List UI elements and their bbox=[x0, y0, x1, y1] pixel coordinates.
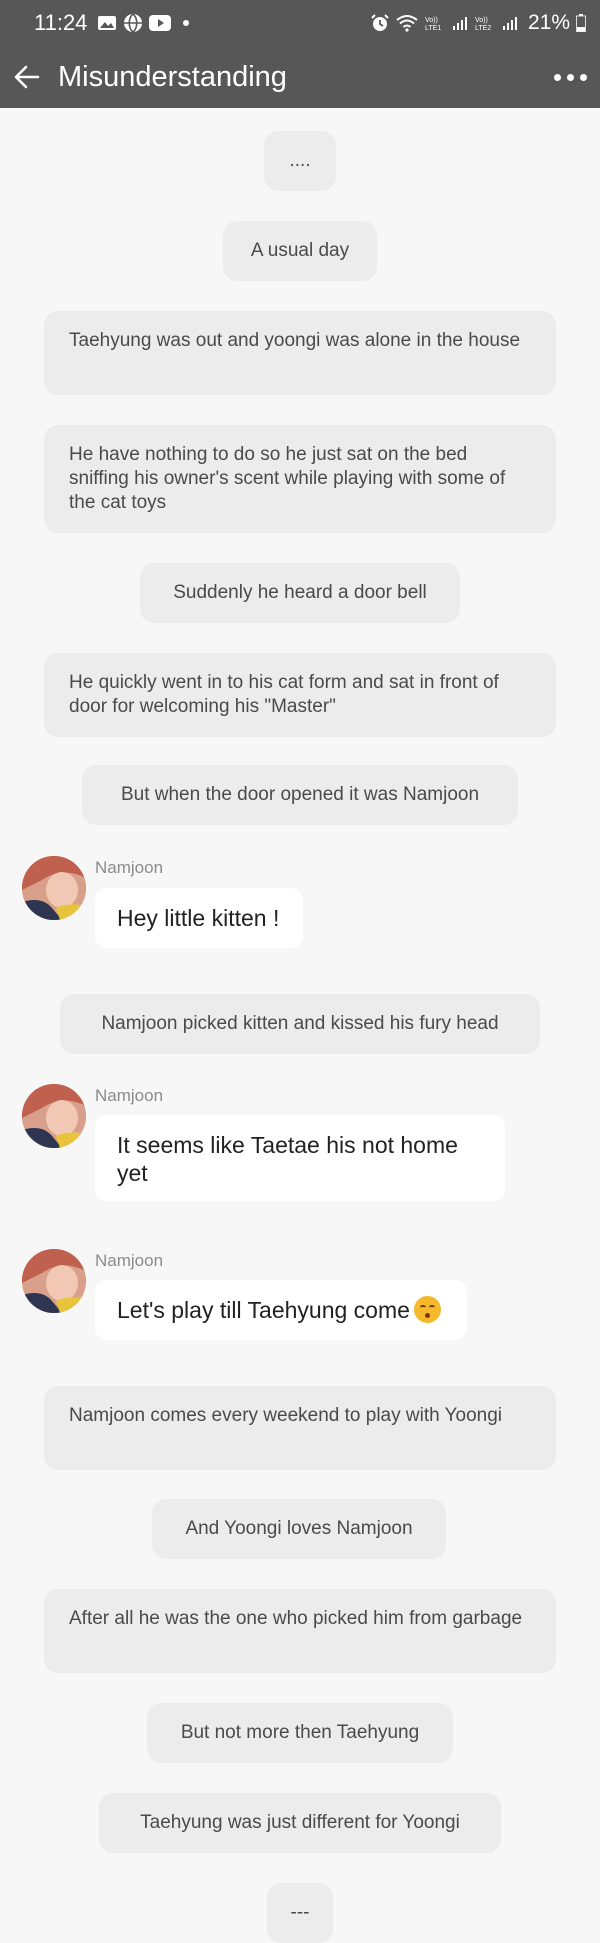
narration-text: But not more then Taehyung bbox=[180, 1722, 420, 1743]
notification-dot bbox=[183, 20, 190, 26]
narration-bubble: He have nothing to do so he just sat on … bbox=[44, 425, 556, 533]
svg-text:LTE2: LTE2 bbox=[475, 25, 491, 32]
narration-bubble: Namjoon comes every weekend to play with… bbox=[44, 1386, 556, 1470]
avatar[interactable] bbox=[22, 1084, 86, 1148]
volte-lte2-icon: Vo))LTE2 bbox=[475, 17, 491, 32]
narration-text: Namjoon picked kitten and kissed his fur… bbox=[101, 1013, 499, 1034]
narration-text: And Yoongi loves Namjoon bbox=[185, 1518, 413, 1539]
narration-bubble: But not more then Taehyung bbox=[147, 1703, 453, 1763]
avatar-image bbox=[22, 1249, 86, 1313]
svg-text:LTE1: LTE1 bbox=[425, 25, 441, 32]
sender-name: Namjoon bbox=[95, 1086, 164, 1105]
wifi-icon bbox=[396, 15, 418, 32]
chat-text: Hey little kitten ! bbox=[117, 905, 280, 931]
svg-text:Vo)): Vo)) bbox=[425, 17, 438, 24]
chat-bubble: Let's play till Taehyung come bbox=[95, 1280, 467, 1340]
narration-bubble: Taehyung was just different for Yoongi bbox=[99, 1793, 501, 1853]
avatar[interactable] bbox=[22, 856, 86, 920]
story-title: Misunderstanding bbox=[58, 60, 287, 93]
globe-icon bbox=[124, 13, 143, 33]
sender-name: Namjoon bbox=[95, 1251, 164, 1270]
more-dot bbox=[579, 73, 587, 81]
avatar[interactable] bbox=[22, 1249, 86, 1313]
status-left-icons bbox=[97, 13, 190, 33]
signal-icon bbox=[502, 17, 517, 30]
narration-text: After all he was the one who picked him … bbox=[69, 1608, 523, 1629]
app-bar: Misunderstanding bbox=[0, 46, 600, 108]
narration-bubble: He quickly went in to his cat form and s… bbox=[44, 653, 556, 737]
narration-bubble: .... bbox=[264, 131, 336, 191]
narration-bubble: Taehyung was out and yoongi was alone in… bbox=[44, 311, 556, 395]
arrow-left-icon bbox=[14, 65, 40, 89]
narration-text: --- bbox=[290, 1902, 310, 1923]
narration-bubble: And Yoongi loves Namjoon bbox=[152, 1499, 446, 1559]
narration-bubble: --- bbox=[267, 1883, 333, 1943]
more-dot bbox=[553, 73, 561, 81]
status-bar: 11:24 Vo)) LTE1 Vo)) LTE2 21% bbox=[0, 0, 600, 46]
more-options-button[interactable] bbox=[540, 54, 600, 100]
narration-text: Suddenly he heard a door bell bbox=[173, 582, 427, 603]
chat-text: It seems like Taetae his not home yet bbox=[117, 1132, 458, 1186]
narration-bubble: A usual day bbox=[223, 221, 377, 281]
avatar-image bbox=[22, 856, 86, 920]
narration-text: But when the door opened it was Namjoon bbox=[120, 784, 480, 805]
chat-bubble: It seems like Taetae his not home yet bbox=[95, 1115, 505, 1201]
chat-text: Let's play till Taehyung come bbox=[117, 1297, 410, 1323]
narration-bubble: Suddenly he heard a door bell bbox=[140, 563, 460, 623]
volte-lte1-icon: Vo))LTE1 bbox=[425, 17, 441, 32]
narration-text: Taehyung was out and yoongi was alone in… bbox=[69, 330, 521, 351]
narration-text: A usual day bbox=[250, 240, 350, 261]
narration-text: He have nothing to do so he just sat on … bbox=[69, 444, 506, 513]
narration-text: He quickly went in to his cat form and s… bbox=[69, 672, 499, 717]
narration-bubble: But when the door opened it was Namjoon bbox=[82, 765, 518, 825]
avatar-image bbox=[22, 1084, 86, 1148]
kissing-face-icon bbox=[413, 1296, 441, 1323]
narration-bubble: After all he was the one who picked him … bbox=[44, 1589, 556, 1673]
signal-icon bbox=[452, 17, 467, 30]
battery-icon bbox=[576, 14, 586, 32]
narration-text: .... bbox=[289, 150, 311, 171]
narration-bubble: Namjoon picked kitten and kissed his fur… bbox=[60, 994, 540, 1054]
more-dot bbox=[566, 73, 574, 81]
narration-text: Namjoon comes every weekend to play with… bbox=[69, 1405, 503, 1426]
svg-text:Vo)): Vo)) bbox=[475, 17, 488, 24]
sender-name: Namjoon bbox=[95, 858, 164, 877]
status-right-icons: Vo)) LTE1 Vo)) LTE2 21% bbox=[370, 11, 586, 35]
youtube-icon bbox=[149, 15, 172, 31]
narration-text: Taehyung was just different for Yoongi bbox=[140, 1812, 460, 1833]
back-button[interactable] bbox=[4, 54, 50, 100]
alarm-icon bbox=[371, 14, 389, 31]
image-icon bbox=[98, 16, 117, 30]
chat-bubble: Hey little kitten ! bbox=[95, 888, 303, 948]
status-time: 11:24 bbox=[34, 10, 88, 35]
battery-level: 21% bbox=[527, 11, 570, 34]
